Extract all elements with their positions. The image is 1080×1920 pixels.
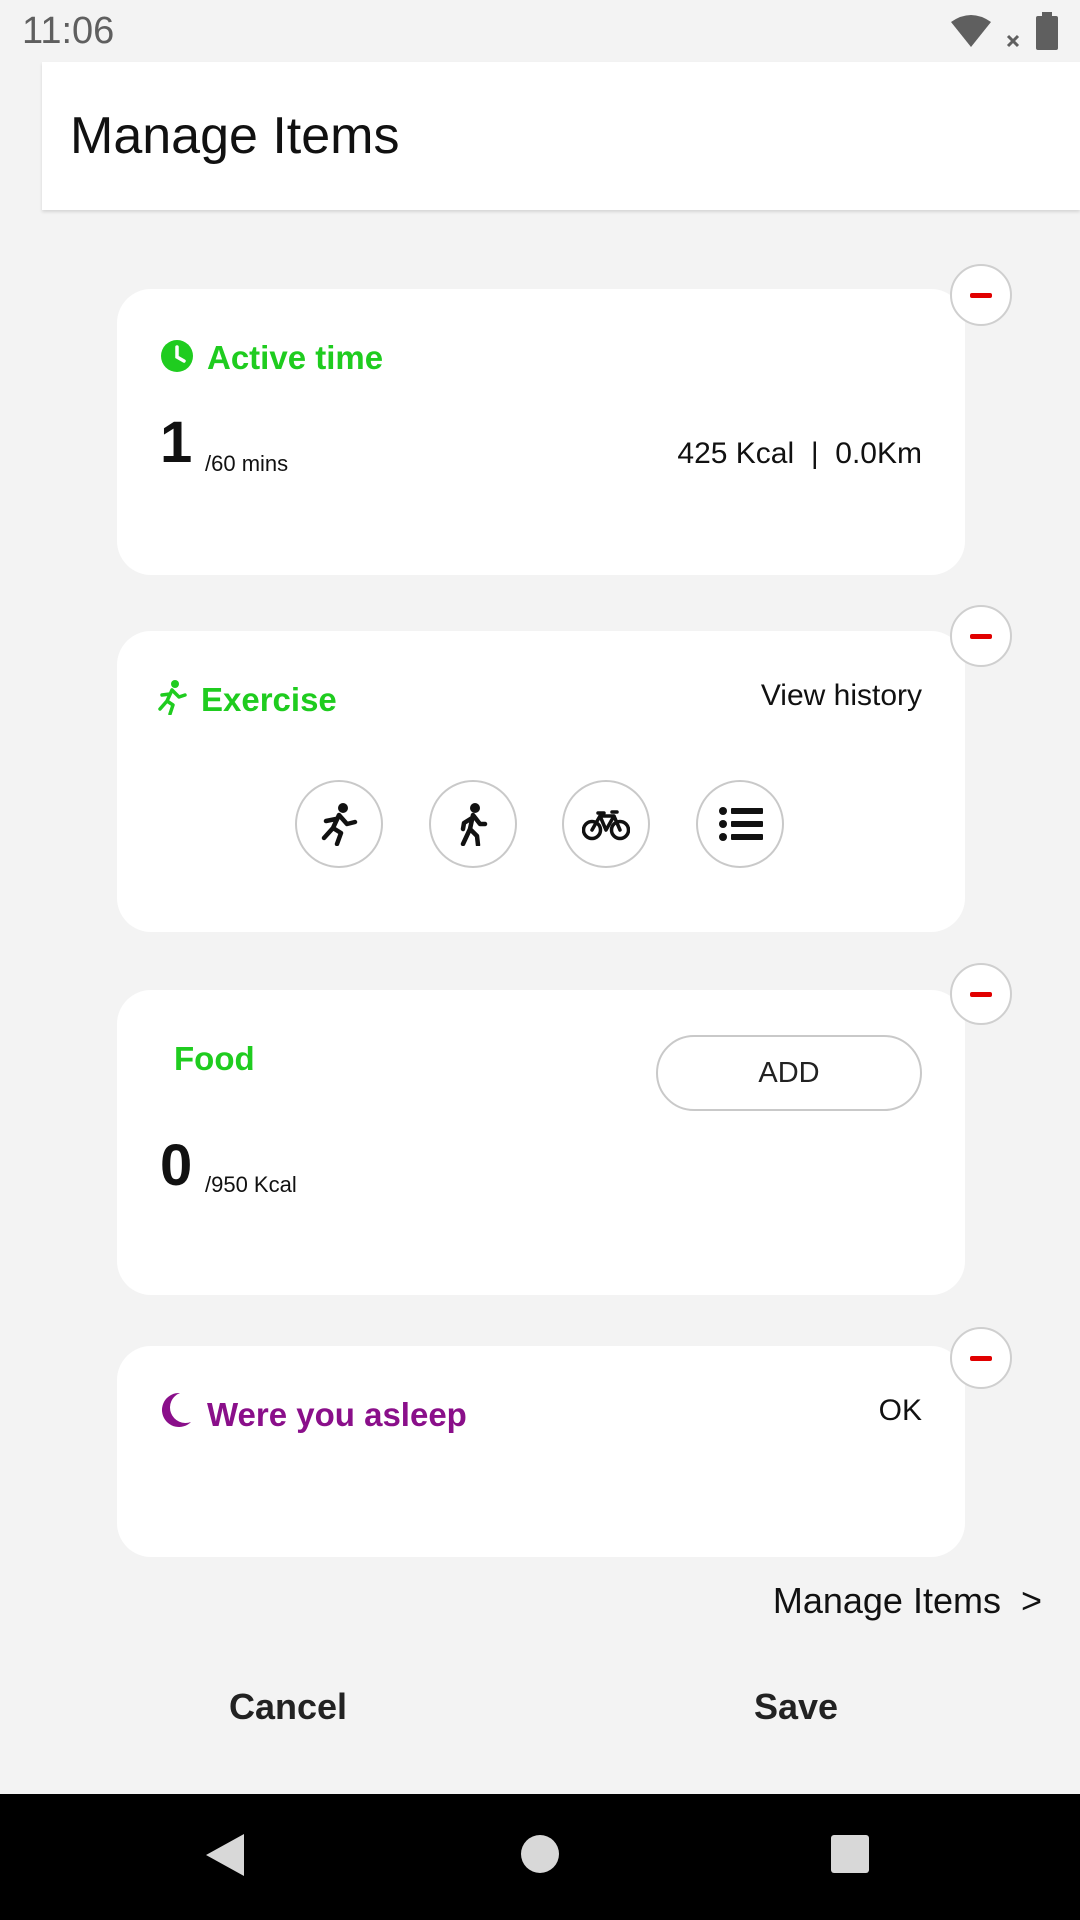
food-unit: /950 Kcal: [205, 1172, 297, 1197]
bicycle-icon: [582, 810, 630, 841]
status-icons: [950, 12, 1060, 52]
moon-icon: [161, 1392, 191, 1427]
wifi-icon: [951, 15, 991, 47]
exercise-list-button[interactable]: [696, 780, 784, 868]
exercise-card[interactable]: Exercise View history: [117, 631, 965, 932]
status-time: 11:06: [22, 10, 115, 52]
remove-exercise-button[interactable]: [950, 605, 1012, 667]
no-signal-icon: [1006, 34, 1020, 48]
cancel-button[interactable]: Cancel: [229, 1686, 347, 1728]
running-button[interactable]: [295, 780, 383, 868]
navigation-bar: [0, 1794, 1080, 1920]
active-time-title: Active time: [207, 339, 384, 376]
active-time-unit: /60 mins: [205, 451, 289, 476]
exercise-icon: [158, 680, 187, 715]
food-value: 0: [160, 1133, 193, 1198]
food-title: Food: [174, 1040, 255, 1077]
save-button[interactable]: Save: [754, 1686, 838, 1728]
view-history-link[interactable]: View history: [761, 679, 922, 713]
sleep-ok-button[interactable]: OK: [879, 1394, 922, 1428]
remove-food-button[interactable]: [950, 963, 1012, 1025]
walking-icon: [460, 803, 488, 846]
running-icon: [321, 803, 358, 846]
remove-active-time-button[interactable]: [950, 264, 1012, 326]
battery-icon: [1036, 12, 1058, 50]
sleep-title: Were you asleep: [207, 1396, 467, 1433]
active-time-stats: 425 Kcal | 0.0Km: [677, 437, 922, 470]
sleep-card[interactable]: Were you asleep OK: [117, 1346, 965, 1557]
walking-button[interactable]: [429, 780, 517, 868]
add-food-button[interactable]: ADD: [656, 1035, 922, 1111]
exercise-title: Exercise: [201, 681, 337, 718]
list-icon: [719, 807, 763, 841]
active-time-value: 1: [160, 410, 193, 475]
clock-icon: [161, 340, 193, 372]
remove-sleep-button[interactable]: [950, 1327, 1012, 1389]
home-icon[interactable]: [520, 1834, 560, 1874]
back-icon[interactable]: [204, 1832, 246, 1878]
recents-icon[interactable]: [830, 1834, 870, 1874]
cycling-button[interactable]: [562, 780, 650, 868]
app-bar: Manage Items: [42, 62, 1080, 210]
active-time-card[interactable]: Active time 1 /60 mins 425 Kcal | 0.0Km: [117, 289, 965, 575]
page-title: Manage Items: [70, 107, 400, 165]
status-bar: 11:06: [0, 0, 1080, 62]
manage-items-link[interactable]: Manage Items >: [773, 1580, 1042, 1622]
